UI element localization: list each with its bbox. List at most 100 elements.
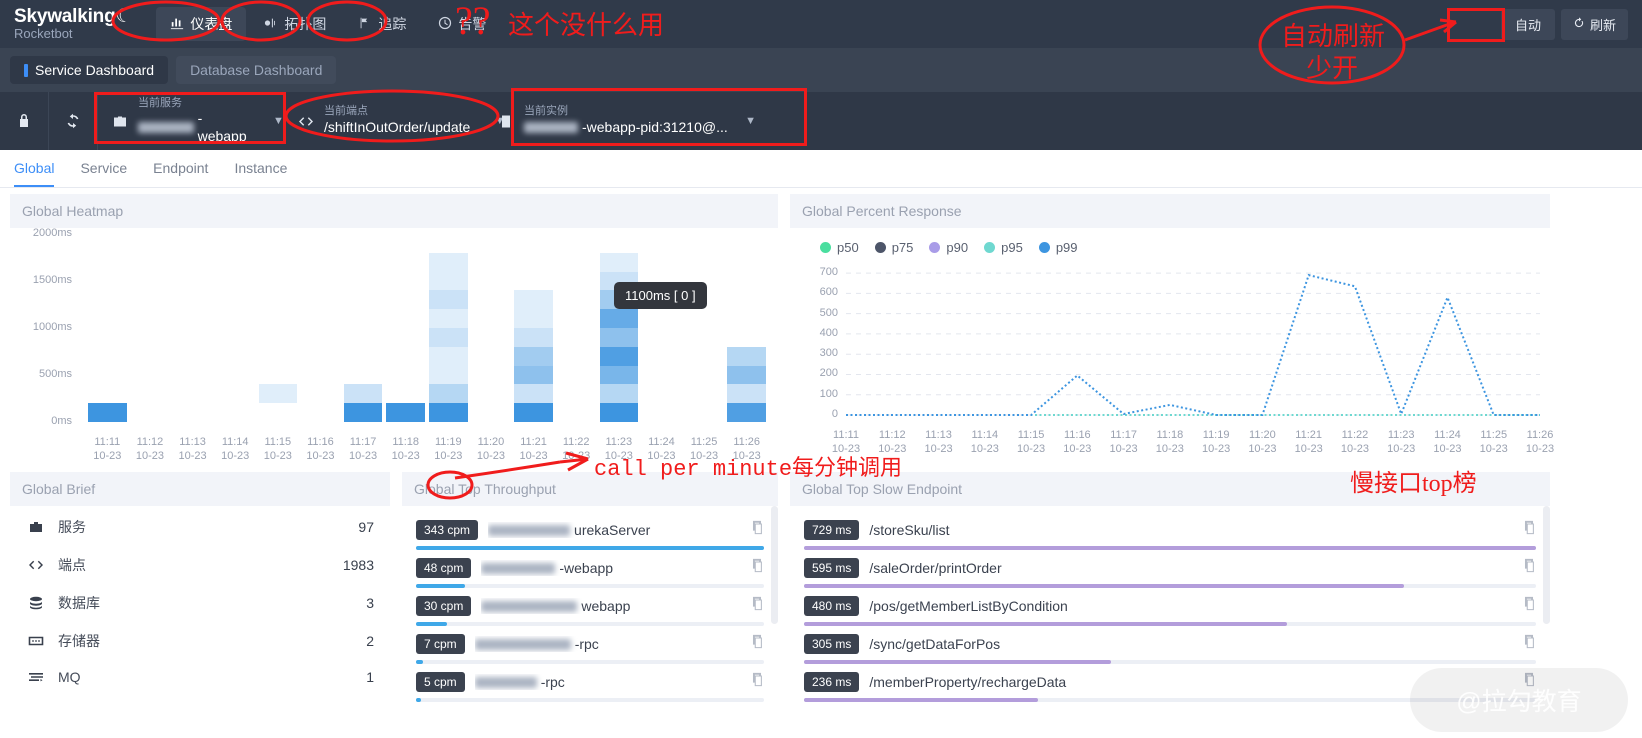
heatmap-cell[interactable] <box>514 309 553 328</box>
list-item[interactable]: 343 cpmurekaServer <box>406 512 774 550</box>
instance-selector-label: 当前实例 <box>524 105 728 119</box>
heatmap-y-tick: 1000ms <box>33 321 72 333</box>
heatmap-cell[interactable] <box>429 328 468 347</box>
scrollbar[interactable] <box>771 506 778 624</box>
heatmap-cell[interactable] <box>600 384 639 403</box>
copy-icon[interactable] <box>1522 672 1536 692</box>
legend-item-p95[interactable]: p95 <box>984 240 1023 255</box>
heatmap-cell[interactable] <box>600 253 639 272</box>
metric-badge: 236 ms <box>804 672 859 692</box>
nav-item-dashboard[interactable]: 仪表盘 <box>156 7 246 41</box>
heatmap-cell[interactable] <box>600 403 639 422</box>
heatmap-cell[interactable] <box>514 290 553 309</box>
heatmap-cell[interactable] <box>727 384 766 403</box>
legend-item-p99[interactable]: p99 <box>1039 240 1078 255</box>
service-selector-label: 当前服务 <box>138 97 249 111</box>
brief-value: 2 <box>366 633 374 649</box>
endpoint-selector-value: /shiftInOutOrder/update <box>324 119 470 137</box>
dashboard-tab-bar: Service Dashboard Database Dashboard <box>0 48 1642 92</box>
tab-database-dashboard[interactable]: Database Dashboard <box>176 56 336 84</box>
metric-badge: 48 cpm <box>416 558 471 578</box>
heatmap-cell[interactable] <box>727 366 766 385</box>
copy-icon[interactable] <box>1522 558 1536 578</box>
heatmap-cell[interactable] <box>88 403 127 422</box>
item-name-text: -rpc <box>541 674 565 690</box>
heatmap-cell[interactable] <box>429 366 468 385</box>
copy-icon[interactable] <box>750 596 764 616</box>
copy-icon[interactable] <box>750 558 764 578</box>
auto-refresh-button[interactable]: 自动 <box>1501 9 1555 40</box>
heatmap-cell[interactable] <box>429 384 468 403</box>
heatmap-x-tick: 11:1810-23 <box>384 436 428 464</box>
nav-item-trace[interactable]: 追踪 <box>344 7 420 41</box>
heatmap-cell[interactable] <box>429 290 468 309</box>
sub-tab-service[interactable]: Service <box>80 160 127 187</box>
list-item[interactable]: 305 ms/sync/getDataForPos <box>794 626 1546 664</box>
list-item[interactable]: 236 ms/memberProperty/rechargeData <box>794 664 1546 702</box>
list-item[interactable]: 30 cpm webapp <box>406 588 774 626</box>
copy-icon[interactable] <box>1522 634 1536 654</box>
list-item[interactable]: 5 cpm-rpc <box>406 664 774 702</box>
heatmap-cell[interactable] <box>514 366 553 385</box>
heatmap-cell[interactable] <box>429 403 468 422</box>
heatmap-cell[interactable] <box>344 384 383 403</box>
heatmap-cell[interactable] <box>514 403 553 422</box>
redacted-text <box>481 563 555 574</box>
nav-item-topology[interactable]: 拓扑图 <box>250 7 340 41</box>
heatmap-cell[interactable] <box>429 347 468 366</box>
list-item[interactable]: 480 ms/pos/getMemberListByCondition <box>794 588 1546 626</box>
nav-item-alarm[interactable]: 告警 <box>424 7 500 41</box>
legend-dot <box>984 242 995 253</box>
sub-tab-global[interactable]: Global <box>14 160 54 187</box>
legend-label: p95 <box>1001 240 1023 255</box>
heatmap-cell[interactable] <box>514 328 553 347</box>
brief-value: 97 <box>358 519 374 535</box>
service-selector-value: -webapp <box>138 110 249 145</box>
heatmap-cell[interactable] <box>429 272 468 291</box>
metric-badge: 30 cpm <box>416 596 471 616</box>
heatmap-chart[interactable]: 0ms500ms1000ms1500ms2000ms1100ms [ 0 ] <box>14 234 774 434</box>
copy-icon[interactable] <box>1522 596 1536 616</box>
heatmap-cell[interactable] <box>727 403 766 422</box>
service-selector[interactable]: 当前服务 -webapp ▼ <box>98 92 284 150</box>
reload-icon[interactable] <box>49 92 98 150</box>
legend-dot <box>1039 242 1050 253</box>
endpoint-selector[interactable]: 当前端点 /shiftInOutOrder/update ▼ <box>284 92 484 150</box>
heatmap-cell[interactable] <box>429 309 468 328</box>
copy-icon[interactable] <box>750 634 764 654</box>
endpoint-selector-label: 当前端点 <box>324 105 470 119</box>
heatmap-cell[interactable] <box>386 403 425 422</box>
instance-selector[interactable]: 当前实例 -webapp-pid:31210@... ▼ <box>484 92 770 150</box>
legend-item-p50[interactable]: p50 <box>820 240 859 255</box>
percent-response-x-tick: 11:1210-23 <box>870 429 914 457</box>
scrollbar[interactable] <box>1543 506 1550 624</box>
metric-badge: 595 ms <box>804 558 859 578</box>
percent-response-chart[interactable]: 0100200300400500600700 <box>794 255 1546 427</box>
sub-tab-endpoint[interactable]: Endpoint <box>153 160 208 187</box>
service-icon <box>112 113 128 130</box>
heatmap-cell[interactable] <box>514 384 553 403</box>
list-item[interactable]: 7 cpm-rpc <box>406 626 774 664</box>
heatmap-cell[interactable] <box>514 347 553 366</box>
list-item[interactable]: 48 cpm-webapp <box>406 550 774 588</box>
heatmap-cell[interactable] <box>600 366 639 385</box>
heatmap-cell[interactable] <box>344 403 383 422</box>
sub-tab-instance[interactable]: Instance <box>234 160 287 187</box>
heatmap-cell[interactable] <box>429 253 468 272</box>
copy-icon[interactable] <box>750 672 764 692</box>
copy-icon[interactable] <box>750 520 764 540</box>
legend-item-p75[interactable]: p75 <box>875 240 914 255</box>
copy-icon[interactable] <box>1522 520 1536 540</box>
list-item[interactable]: 729 ms/storeSku/list <box>794 512 1546 550</box>
heatmap-y-tick: 0ms <box>51 415 72 427</box>
heatmap-cell[interactable] <box>259 384 298 403</box>
heatmap-cell[interactable] <box>600 328 639 347</box>
legend-item-p90[interactable]: p90 <box>929 240 968 255</box>
heatmap-cell[interactable] <box>600 347 639 366</box>
tab-service-dashboard[interactable]: Service Dashboard <box>10 56 168 84</box>
refresh-button[interactable]: 刷新 <box>1561 9 1628 40</box>
lock-icon[interactable] <box>0 92 49 150</box>
list-item[interactable]: 595 ms/saleOrder/printOrder <box>794 550 1546 588</box>
heatmap-cell[interactable] <box>727 347 766 366</box>
heatmap-cell[interactable] <box>600 309 639 328</box>
